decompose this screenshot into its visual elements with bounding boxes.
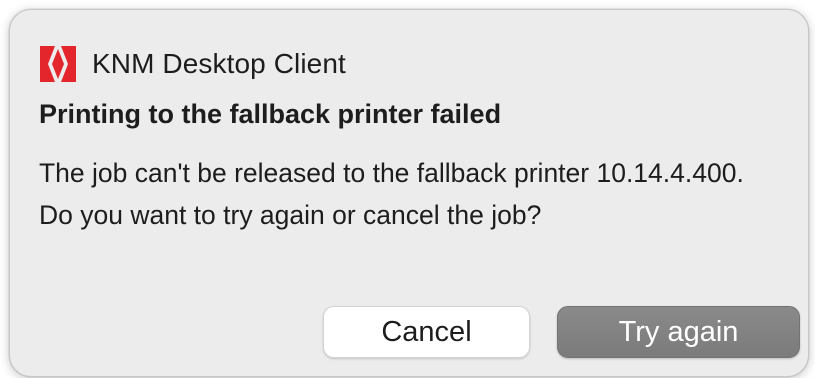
app-name: KNM Desktop Client bbox=[92, 48, 346, 79]
dialog-message: The job can't be released to the fallbac… bbox=[39, 158, 744, 230]
knm-app-logo-icon bbox=[40, 46, 76, 82]
cancel-button[interactable]: Cancel bbox=[323, 306, 530, 358]
app-header: KNM Desktop Client bbox=[40, 40, 346, 88]
dialog-title: Printing to the fallback printer failed bbox=[39, 99, 502, 129]
try-again-button[interactable]: Try again bbox=[557, 306, 800, 358]
alert-dialog: KNM Desktop Client Printing to the fallb… bbox=[9, 9, 809, 377]
